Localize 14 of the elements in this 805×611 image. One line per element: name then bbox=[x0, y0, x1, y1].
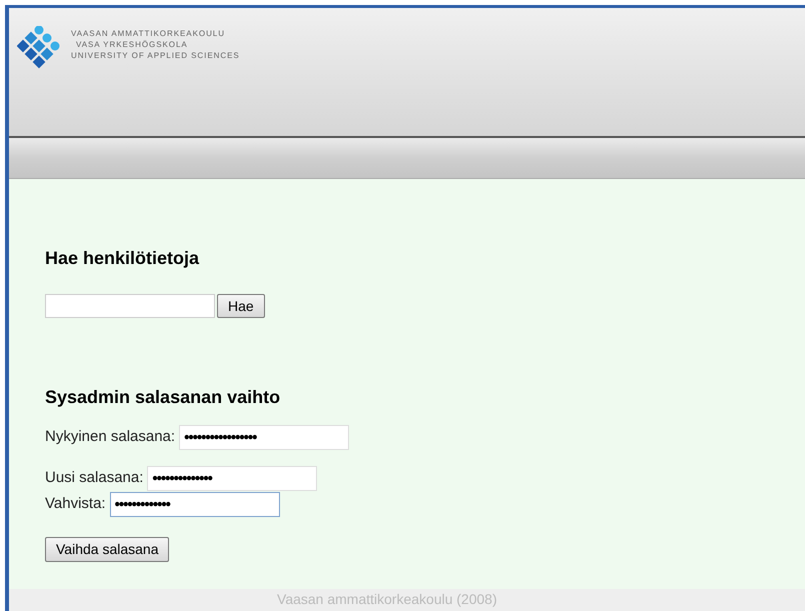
field-label: Uusi salasana: bbox=[45, 468, 144, 488]
field-label: Vahvista: bbox=[45, 494, 106, 514]
logo-text: UNIVERSITY OF APPLIED SCIENCES bbox=[71, 50, 240, 61]
section-title: Sysadmin salasanan vaihto bbox=[45, 386, 282, 409]
field-label: Nykyinen salasana: bbox=[45, 427, 176, 448]
password-field[interactable]: ••••••••••••• bbox=[110, 492, 280, 517]
logo-text: VASA YRKESHÖGSKOLA bbox=[75, 39, 189, 50]
password-field[interactable]: •••••••••••••• bbox=[147, 466, 318, 491]
search-field[interactable] bbox=[45, 294, 215, 318]
password-field[interactable]: ••••••••••••••••• bbox=[179, 425, 350, 450]
logo-text: VAASAN AMMATTIKORKEAKOULU bbox=[71, 28, 226, 39]
section-title: Hae henkilötietoja bbox=[45, 247, 200, 270]
change-password-button[interactable]: Vaihda salasana bbox=[45, 537, 170, 562]
search-button[interactable]: Hae bbox=[217, 294, 265, 318]
